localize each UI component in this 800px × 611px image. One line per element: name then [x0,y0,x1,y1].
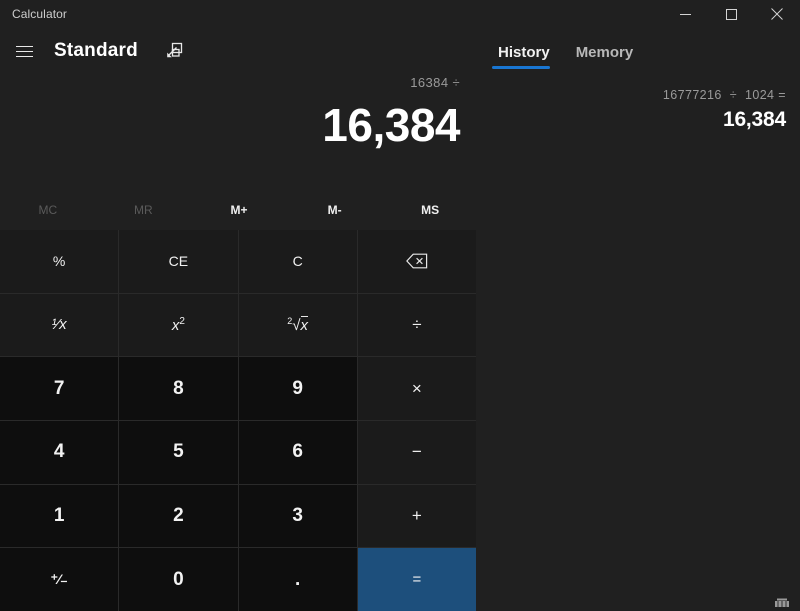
memory-clear-button: MC [38,203,58,217]
digit-0-button[interactable]: 0 [119,548,238,611]
multiply-button[interactable]: × [357,357,476,420]
square-button[interactable]: x2 [119,293,238,357]
key-label: . [294,568,301,590]
key-label: C [292,253,303,270]
hamburger-line [15,45,33,47]
key-label: ÷ [412,314,422,334]
taskbar-corner-icon [772,593,792,609]
digit-2-button[interactable]: 2 [119,484,238,548]
title-bar: Calculator [0,0,800,28]
history-item[interactable]: 16777216 ÷ 1024 = 16,384 [494,84,786,140]
key-label: 8 [173,377,184,399]
keep-on-top-glyph [167,42,183,58]
history-operator: ÷ [729,88,737,102]
keypad-grid: % CE C ¹⁄x x2 2√x ÷ 7 8 9 × 4 5 6 − 1 2 3 + ⁺⁄₋ 0. = [0,230,476,611]
digit-9-button[interactable]: 9 [238,357,357,420]
digit-3-button[interactable]: 3 [238,484,357,548]
side-panel: HistoryMemory 16777216÷1024 =16,384 路由器 … [480,28,800,611]
tab-history[interactable]: History [492,44,556,69]
subtract-button[interactable]: − [357,421,476,484]
clear-entry-button[interactable]: CE [119,230,238,293]
history-expression: 16777216 ÷ 1024 = [494,88,786,102]
tab-memory[interactable]: Memory [570,44,640,69]
key-label: + [411,505,422,525]
result-value[interactable]: 16,384 [0,94,478,156]
app-header: Standard [0,30,480,72]
window-controls [662,0,800,28]
history-equals-sign: = [778,88,786,102]
key-label: 1 [53,504,65,526]
history-operand-left: 16777216 [662,88,722,102]
key-label: CE [168,253,189,270]
close-button[interactable] [754,0,800,28]
square-root-button[interactable]: 2√x [238,293,357,357]
backspace-icon [405,253,428,269]
key-label: 7 [53,377,65,399]
close-icon [771,8,783,20]
equals-button[interactable]: = [357,548,476,611]
corner-glyph [775,598,789,607]
keep-on-top-icon[interactable] [160,37,188,65]
history-result: 16,384 [722,108,786,131]
plus-minus-button[interactable]: ⁺⁄₋ [0,548,119,611]
memory-recall-button: MR [134,203,153,217]
calculator-window: Calculator Standard 16384 ÷ 16,384 MC MR… [0,0,800,611]
memory-buttons-row: MC MR M+ M- MS [0,193,478,227]
reciprocal-glyph: ¹⁄x [51,316,67,334]
digit-8-button[interactable]: 8 [119,357,238,420]
square-glyph: x2 [171,315,185,334]
digit-7-button[interactable]: 7 [0,357,119,420]
key-label: 0 [173,568,184,590]
clear-button[interactable]: C [238,230,357,293]
key-label: × [411,378,422,398]
history-list: 16777216 ÷ 1024 = 16,384 [480,84,800,140]
percent-button[interactable]: % [0,230,119,293]
key-label: 3 [292,504,303,526]
key-label: 6 [292,441,303,463]
digit-5-button[interactable]: 5 [119,421,238,484]
memory-subtract-button[interactable]: M- [287,193,383,227]
minimize-button[interactable] [662,0,708,28]
display-area: 16384 ÷ 16,384 [0,72,478,182]
key-label: 2 [173,504,184,526]
window-title: Calculator [12,7,68,21]
reciprocal-button[interactable]: ¹⁄x [0,293,119,357]
decimal-point-button[interactable]: . [238,548,357,611]
maximize-icon [725,8,737,20]
minimize-icon [679,13,691,15]
digit-6-button[interactable]: 6 [238,421,357,484]
hamburger-line [15,50,33,52]
divide-button[interactable]: ÷ [357,293,476,357]
add-button[interactable]: + [357,484,476,548]
hamburger-line [15,55,33,57]
sqrt-glyph: 2√x [287,315,308,334]
memory-store-button[interactable]: MS [382,193,478,227]
key-label: 9 [292,377,303,399]
key-label: 5 [173,441,184,463]
expression-text: 16384 ÷ [410,75,460,90]
maximize-button[interactable] [708,0,754,28]
memory-add-button[interactable]: M+ [191,193,287,227]
key-label: − [411,442,422,462]
key-label: 4 [53,441,65,463]
backspace-button[interactable] [357,230,476,293]
history-operand-right: 1024 [745,88,775,102]
key-label: = [412,571,422,589]
panel-tabs: History Memory [480,38,800,74]
digit-4-button[interactable]: 4 [0,421,119,484]
page-title: Standard [54,40,138,61]
plus-minus-glyph: ⁺⁄₋ [50,571,68,588]
hamburger-menu-icon[interactable] [4,31,44,71]
key-label: % [52,253,66,270]
digit-1-button[interactable]: 1 [0,484,119,548]
